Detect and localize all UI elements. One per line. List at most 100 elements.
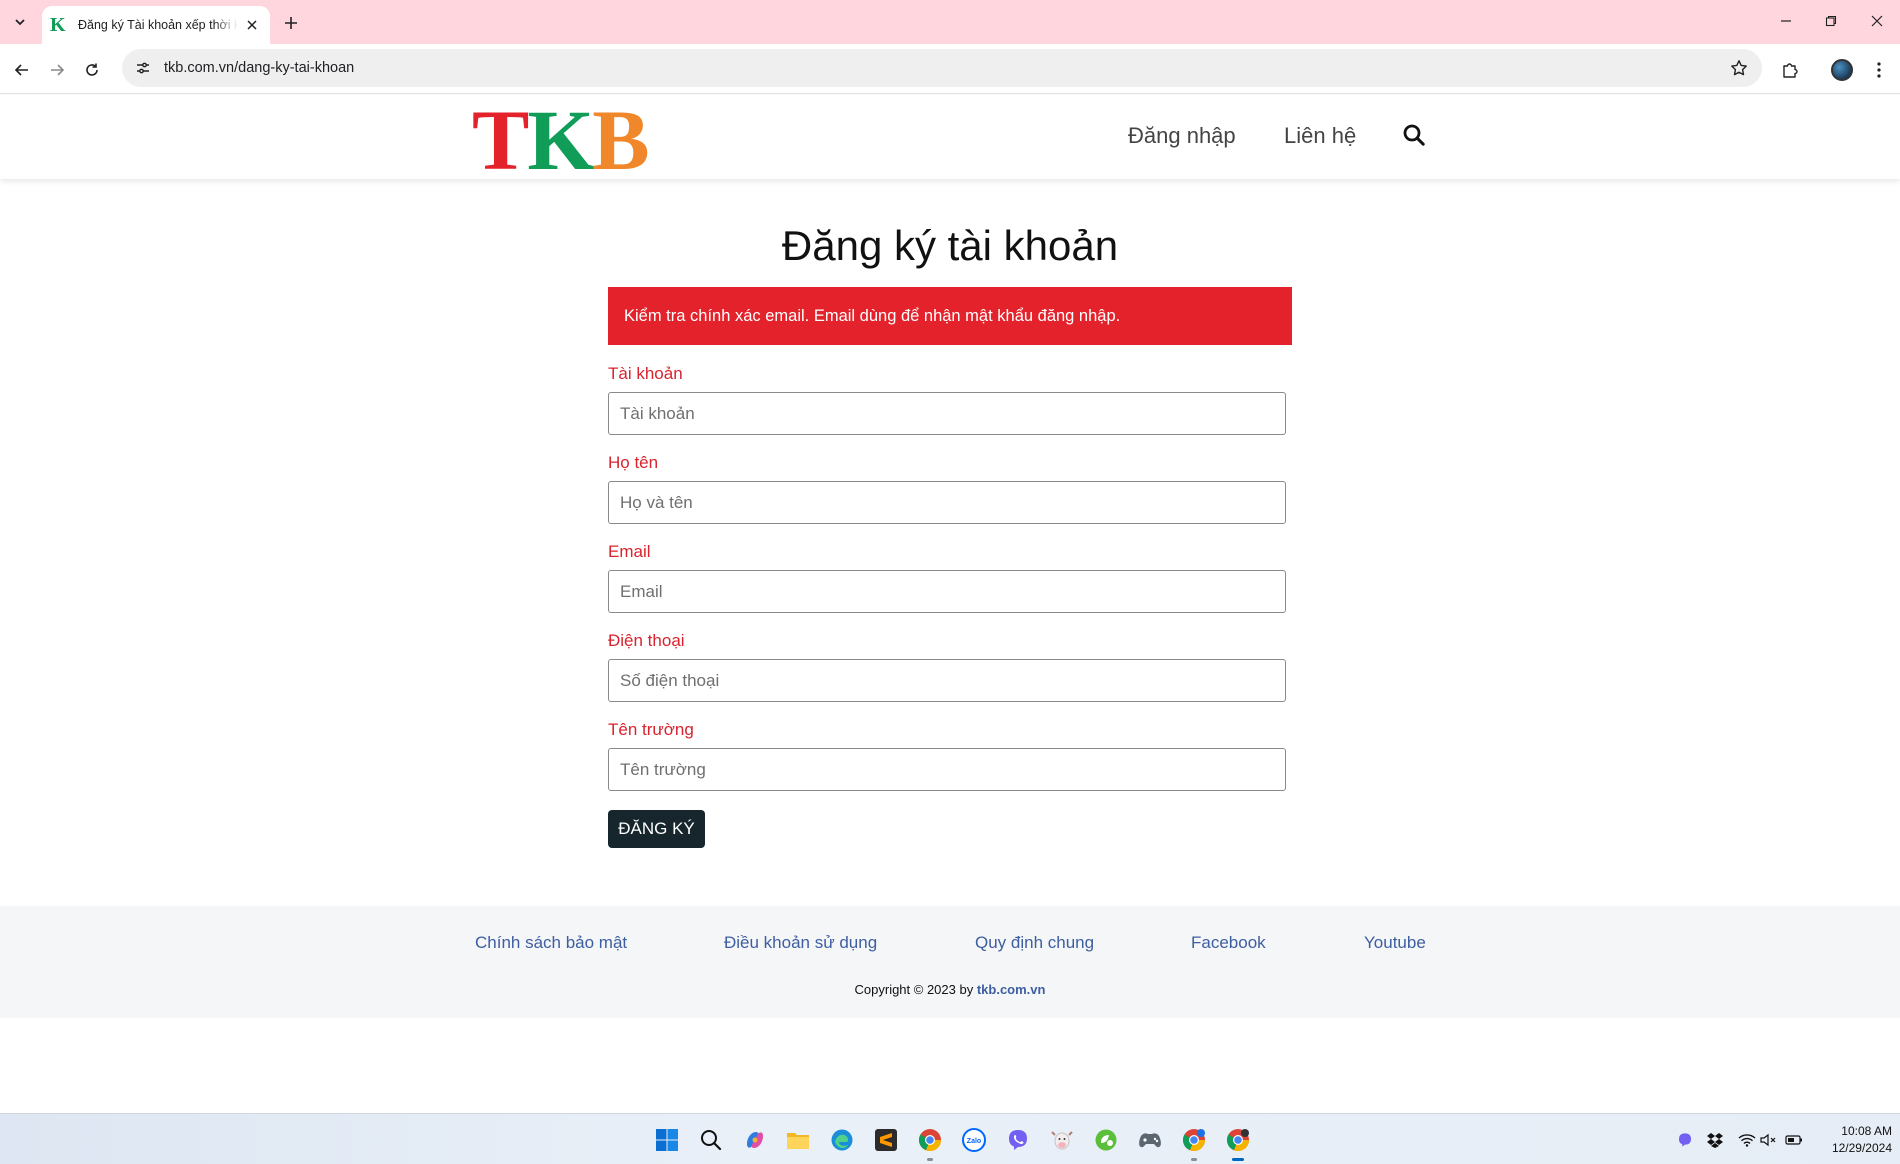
plus-icon <box>285 17 297 29</box>
taskbar-green-app[interactable] <box>1091 1125 1121 1155</box>
alert-text: Kiểm tra chính xác email. Email dùng để … <box>624 306 1121 325</box>
username-input[interactable] <box>608 392 1286 435</box>
address-bar[interactable]: tkb.com.vn/dang-ky-tai-khoan <box>122 49 1762 87</box>
copilot-icon <box>747 1132 763 1148</box>
taskbar-viber[interactable] <box>1003 1125 1033 1155</box>
sublime-text-icon <box>875 1129 897 1151</box>
reload-button[interactable] <box>77 55 107 85</box>
taskbar-game-controller[interactable] <box>1135 1125 1165 1155</box>
taskbar-search-button[interactable] <box>696 1125 726 1155</box>
email-input[interactable] <box>608 570 1286 613</box>
windows-logo-icon <box>656 1129 678 1151</box>
dropbox-icon <box>1707 1133 1723 1148</box>
taskbar-cow-app[interactable] <box>1047 1125 1077 1155</box>
chrome-icon <box>1182 1129 1206 1152</box>
taskbar-chrome[interactable] <box>915 1125 945 1161</box>
taskbar-clock[interactable]: 10:08 AM 12/29/2024 <box>1812 1123 1892 1157</box>
tune-icon <box>137 62 149 74</box>
arrow-left-icon <box>14 64 28 76</box>
volume-muted-icon <box>1760 1133 1776 1147</box>
chrome-icon <box>1226 1129 1250 1152</box>
taskbar-file-explorer[interactable] <box>783 1125 813 1155</box>
taskbar-sublime-text[interactable] <box>871 1125 901 1155</box>
email-warning-alert: Kiểm tra chính xác email. Email dùng để … <box>608 287 1292 345</box>
extensions-button[interactable] <box>1775 55 1805 85</box>
tray-battery[interactable] <box>1784 1130 1804 1150</box>
footer-link-terms[interactable]: Điều khoản sử dụng <box>724 933 877 953</box>
email-label: Email <box>608 542 651 561</box>
profile-button[interactable] <box>1827 55 1857 85</box>
browser-tab-active[interactable]: K Đăng ký Tài khoản xếp thời khóa biểu <box>42 6 270 44</box>
footer-link-privacy[interactable]: Chính sách bảo mật <box>475 933 627 953</box>
tkb-favicon-icon: K <box>50 14 66 36</box>
search-icon <box>701 1130 722 1151</box>
copyright-text: Copyright © 2023 by tkb.com.vn <box>0 982 1900 997</box>
tray-dropbox[interactable] <box>1705 1130 1725 1150</box>
tray-wifi[interactable] <box>1737 1130 1757 1150</box>
forward-button[interactable] <box>42 55 72 85</box>
new-tab-button[interactable] <box>278 10 304 36</box>
school-name-input[interactable] <box>608 748 1286 791</box>
school-name-label: Tên trường <box>608 720 694 739</box>
clock-date: 12/29/2024 <box>1831 1141 1892 1155</box>
star-icon <box>1731 60 1747 76</box>
close-window-button[interactable] <box>1862 8 1892 34</box>
url-text: tkb.com.vn/dang-ky-tai-khoan <box>164 60 355 76</box>
viber-icon <box>1009 1130 1027 1150</box>
phone-input[interactable] <box>608 659 1286 702</box>
browser-toolbar: tkb.com.vn/dang-ky-tai-khoan <box>0 44 1900 94</box>
battery-icon <box>1785 1135 1802 1145</box>
tray-volume-muted[interactable] <box>1759 1130 1779 1150</box>
browser-menu-button[interactable] <box>1864 55 1894 85</box>
site-logo[interactable]: TKB <box>472 92 650 188</box>
taskbar-edge[interactable] <box>827 1125 857 1155</box>
taskbar-chrome-profile[interactable] <box>1179 1125 1209 1161</box>
nav-login-link[interactable]: Đăng nhập <box>1128 123 1236 149</box>
chevron-down-icon <box>15 19 25 26</box>
arrow-right-icon <box>51 64 65 76</box>
leaf-app-icon <box>1095 1129 1117 1151</box>
taskbar-start-button[interactable] <box>652 1125 682 1155</box>
clock-time: 10:08 AM <box>1841 1124 1892 1138</box>
page-title: Đăng ký tài khoản <box>781 222 1119 269</box>
fullname-input[interactable] <box>608 481 1286 524</box>
minimize-icon <box>1781 20 1791 22</box>
nav-contact-link[interactable]: Liên hệ <box>1284 123 1356 149</box>
reload-icon <box>86 63 98 76</box>
taskbar-copilot[interactable] <box>740 1125 770 1155</box>
tray-viber[interactable] <box>1675 1130 1695 1150</box>
cow-icon <box>1051 1131 1073 1150</box>
taskbar-chrome-active[interactable] <box>1223 1125 1253 1161</box>
footer-link-youtube[interactable]: Youtube <box>1364 933 1426 953</box>
tab-search-button[interactable] <box>6 8 34 36</box>
username-label: Tài khoản <box>608 364 683 383</box>
puzzle-icon <box>1783 63 1798 78</box>
search-icon <box>1403 124 1425 146</box>
copyright-prefix: Copyright © 2023 by <box>854 982 974 997</box>
restore-icon <box>1825 15 1837 27</box>
chrome-icon <box>918 1129 942 1152</box>
minimize-button[interactable] <box>1771 8 1801 34</box>
folder-icon <box>787 1133 809 1149</box>
avatar <box>1831 59 1853 81</box>
fullname-label: Họ tên <box>608 453 659 472</box>
taskbar-zalo[interactable]: Zalo <box>959 1125 989 1155</box>
phone-label: Điện thoại <box>608 631 685 650</box>
footer-link-general-rules[interactable]: Quy định chung <box>975 933 1094 953</box>
header-search-button[interactable] <box>1402 123 1428 149</box>
bookmark-button[interactable] <box>1726 55 1752 81</box>
close-icon <box>247 20 257 30</box>
back-button[interactable] <box>7 55 37 85</box>
register-button[interactable]: ĐĂNG KÝ <box>608 810 705 848</box>
site-info-button[interactable] <box>130 55 156 81</box>
logo-letter-k: K <box>527 92 594 188</box>
restore-button[interactable] <box>1816 8 1846 34</box>
tab-title: Đăng ký Tài khoản xếp thời khóa biểu <box>78 18 238 32</box>
windows-taskbar: Zalo 10:08 AM 12/29/2024 <box>0 1113 1900 1164</box>
viber-icon <box>1679 1133 1691 1147</box>
tab-close-button[interactable] <box>242 15 262 35</box>
wifi-icon <box>1738 1134 1756 1147</box>
copyright-site-link[interactable]: tkb.com.vn <box>977 982 1046 997</box>
site-header: TKB Đăng nhập Liên hệ <box>0 92 1900 188</box>
footer-link-facebook[interactable]: Facebook <box>1191 933 1266 953</box>
